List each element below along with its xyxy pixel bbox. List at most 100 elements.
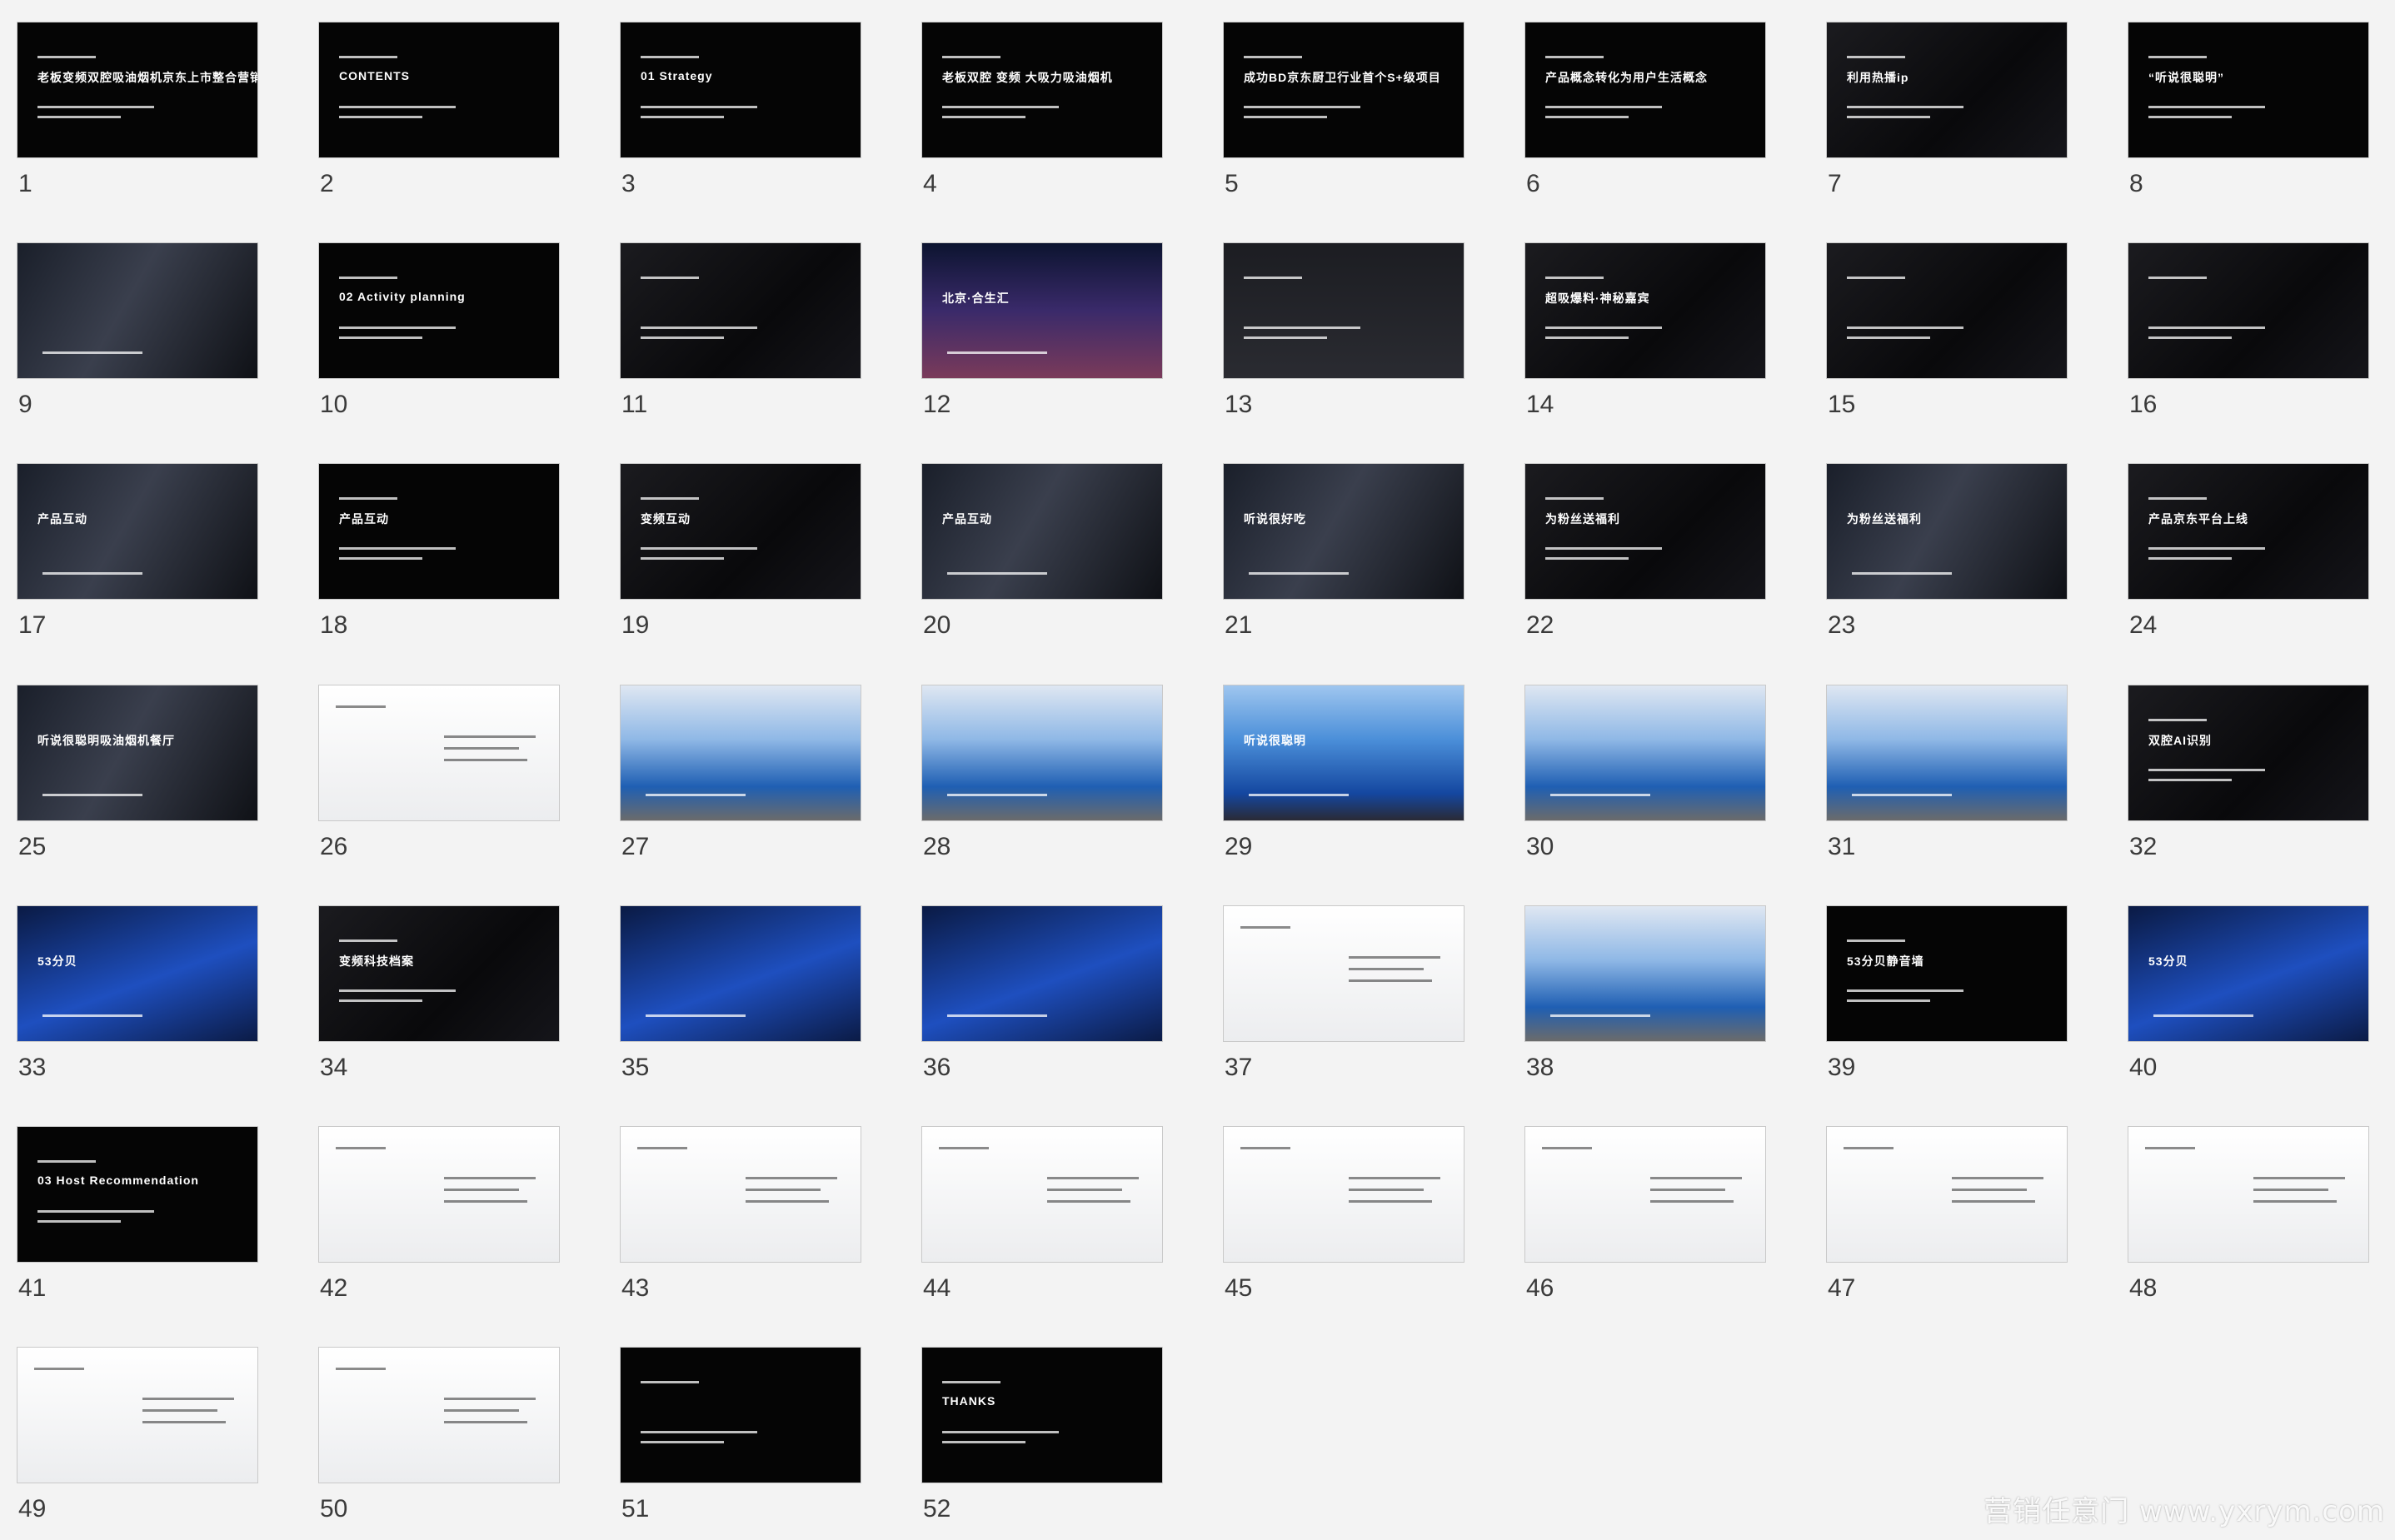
slide-thumbnail-cell[interactable]: 产品互动 17 [17, 463, 258, 656]
slide-thumbnail[interactable] [17, 242, 258, 379]
slide-thumbnail[interactable] [620, 685, 861, 821]
slide-thumbnail[interactable] [1223, 242, 1464, 379]
slide-thumbnail-cell[interactable]: 北京·合生汇 12 [921, 242, 1163, 436]
slide-thumbnail-cell[interactable]: 产品京东平台上线 24 [2128, 463, 2369, 656]
slide-thumbnail[interactable] [921, 1126, 1163, 1263]
slide-thumbnail-cell[interactable]: 53分贝静音墙 39 [1826, 905, 2068, 1099]
slide-thumbnail[interactable]: 北京·合生汇 [921, 242, 1163, 379]
slide-thumbnail[interactable]: 成功BD京东厨卫行业首个S+级项目 [1223, 22, 1464, 158]
slide-thumbnail-cell[interactable]: 听说很聪明吸油烟机餐厅 25 [17, 685, 258, 878]
slide-thumbnail-cell[interactable]: 产品互动 20 [921, 463, 1163, 656]
slide-thumbnail[interactable]: 53分贝静音墙 [1826, 905, 2068, 1042]
slide-thumbnail[interactable]: 为粉丝送福利 [1826, 463, 2068, 600]
slide-thumbnail[interactable]: 为粉丝送福利 [1524, 463, 1766, 600]
slide-thumbnail[interactable]: 听说很聪明 [1223, 685, 1464, 821]
slide-thumbnail-cell[interactable]: 53分贝 40 [2128, 905, 2369, 1099]
slide-thumbnail[interactable] [1524, 905, 1766, 1042]
slide-thumbnail-cell[interactable]: 49 [17, 1347, 258, 1540]
slide-thumbnail-cell[interactable]: 产品互动 18 [318, 463, 560, 656]
slide-thumbnail-cell[interactable]: 15 [1826, 242, 2068, 436]
slide-thumbnail-cell[interactable]: 43 [620, 1126, 861, 1319]
slide-thumbnail-cell[interactable]: 45 [1223, 1126, 1464, 1319]
slide-thumbnail[interactable] [318, 685, 560, 821]
slide-thumbnail-cell[interactable]: 50 [318, 1347, 560, 1540]
slide-thumbnail-cell[interactable]: 26 [318, 685, 560, 878]
slide-thumbnail[interactable]: 产品互动 [921, 463, 1163, 600]
slide-thumbnail[interactable] [2128, 242, 2369, 379]
slide-thumbnail-cell[interactable]: 47 [1826, 1126, 2068, 1319]
slide-thumbnail-cell[interactable]: 成功BD京东厨卫行业首个S+级项目 5 [1223, 22, 1464, 215]
slide-thumbnail[interactable] [1223, 905, 1464, 1042]
slide-thumbnail[interactable]: 53分贝 [17, 905, 258, 1042]
slide-thumbnail[interactable]: CONTENTS [318, 22, 560, 158]
slide-thumbnail[interactable] [1524, 1126, 1766, 1263]
slide-thumbnail[interactable] [2128, 1126, 2369, 1263]
slide-thumbnail-cell[interactable]: 16 [2128, 242, 2369, 436]
slide-thumbnail[interactable]: 产品互动 [318, 463, 560, 600]
slide-thumbnail[interactable] [318, 1126, 560, 1263]
slide-thumbnail[interactable]: “听说很聪明” [2128, 22, 2369, 158]
slide-thumbnail[interactable]: 02 Activity planning [318, 242, 560, 379]
slide-thumbnail[interactable]: 老板双腔 变频 大吸力吸油烟机 [921, 22, 1163, 158]
slide-thumbnail[interactable]: 听说很好吃 [1223, 463, 1464, 600]
slide-thumbnail[interactable]: 53分贝 [2128, 905, 2369, 1042]
slide-thumbnail-cell[interactable]: 13 [1223, 242, 1464, 436]
slide-thumbnail[interactable]: 利用热播ip [1826, 22, 2068, 158]
slide-thumbnail-cell[interactable]: CONTENTS 2 [318, 22, 560, 215]
slide-thumbnail-cell[interactable]: 听说很聪明 29 [1223, 685, 1464, 878]
slide-thumbnail-cell[interactable]: 35 [620, 905, 861, 1099]
slide-thumbnail[interactable]: THANKS [921, 1347, 1163, 1483]
slide-thumbnail-cell[interactable]: 30 [1524, 685, 1766, 878]
slide-thumbnail[interactable]: 听说很聪明吸油烟机餐厅 [17, 685, 258, 821]
slide-thumbnail-cell[interactable]: 03 Host Recommendation 41 [17, 1126, 258, 1319]
slide-thumbnail-cell[interactable]: 11 [620, 242, 861, 436]
slide-thumbnail-cell[interactable]: 27 [620, 685, 861, 878]
slide-thumbnail[interactable] [17, 1347, 258, 1483]
slide-thumbnail-cell[interactable]: 听说很好吃 21 [1223, 463, 1464, 656]
slide-thumbnail[interactable] [1524, 685, 1766, 821]
slide-thumbnail[interactable]: 变频科技档案 [318, 905, 560, 1042]
slide-thumbnail[interactable] [1826, 242, 2068, 379]
slide-thumbnail-cell[interactable]: 53分贝 33 [17, 905, 258, 1099]
slide-thumbnail-cell[interactable]: 51 [620, 1347, 861, 1540]
slide-thumbnail[interactable]: 变频互动 [620, 463, 861, 600]
slide-thumbnail[interactable]: 老板变频双腔吸油烟机京东上市整合营销方案 [17, 22, 258, 158]
slide-thumbnail-cell[interactable]: 超吸爆料·神秘嘉宾 14 [1524, 242, 1766, 436]
slide-thumbnail-cell[interactable]: 28 [921, 685, 1163, 878]
slide-thumbnail[interactable]: 产品概念转化为用户生活概念 [1524, 22, 1766, 158]
slide-thumbnail[interactable]: 产品京东平台上线 [2128, 463, 2369, 600]
slide-thumbnail-cell[interactable]: 36 [921, 905, 1163, 1099]
slide-thumbnail-cell[interactable]: 利用热播ip 7 [1826, 22, 2068, 215]
slide-thumbnail[interactable] [921, 905, 1163, 1042]
slide-thumbnail-cell[interactable]: 01 Strategy 3 [620, 22, 861, 215]
slide-thumbnail[interactable] [921, 685, 1163, 821]
slide-thumbnail-cell[interactable]: 9 [17, 242, 258, 436]
slide-thumbnail[interactable] [1826, 1126, 2068, 1263]
slide-thumbnail-cell[interactable]: 44 [921, 1126, 1163, 1319]
slide-thumbnail[interactable]: 03 Host Recommendation [17, 1126, 258, 1263]
slide-thumbnail[interactable] [620, 905, 861, 1042]
slide-thumbnail-cell[interactable]: 变频互动 19 [620, 463, 861, 656]
slide-thumbnail[interactable] [1223, 1126, 1464, 1263]
slide-thumbnail-cell[interactable]: 48 [2128, 1126, 2369, 1319]
slide-thumbnail-cell[interactable]: 02 Activity planning 10 [318, 242, 560, 436]
slide-thumbnail[interactable]: 01 Strategy [620, 22, 861, 158]
slide-thumbnail-cell[interactable]: 为粉丝送福利 22 [1524, 463, 1766, 656]
slide-thumbnail-cell[interactable]: 46 [1524, 1126, 1766, 1319]
slide-thumbnail-cell[interactable]: 变频科技档案 34 [318, 905, 560, 1099]
slide-thumbnail-cell[interactable]: 老板变频双腔吸油烟机京东上市整合营销方案 1 [17, 22, 258, 215]
slide-thumbnail-cell[interactable]: THANKS 52 [921, 1347, 1163, 1540]
slide-thumbnail[interactable]: 超吸爆料·神秘嘉宾 [1524, 242, 1766, 379]
slide-thumbnail-cell[interactable]: 38 [1524, 905, 1766, 1099]
slide-thumbnail[interactable] [1826, 685, 2068, 821]
slide-thumbnail[interactable]: 产品互动 [17, 463, 258, 600]
slide-thumbnail-cell[interactable]: 31 [1826, 685, 2068, 878]
slide-thumbnail-cell[interactable]: 产品概念转化为用户生活概念 6 [1524, 22, 1766, 215]
slide-thumbnail-cell[interactable]: 为粉丝送福利 23 [1826, 463, 2068, 656]
slide-thumbnail[interactable] [620, 1126, 861, 1263]
slide-thumbnail[interactable] [620, 1347, 861, 1483]
slide-thumbnail-cell[interactable]: 42 [318, 1126, 560, 1319]
slide-thumbnail-cell[interactable]: 老板双腔 变频 大吸力吸油烟机 4 [921, 22, 1163, 215]
slide-thumbnail[interactable] [620, 242, 861, 379]
slide-thumbnail[interactable]: 双腔AI识别 [2128, 685, 2369, 821]
